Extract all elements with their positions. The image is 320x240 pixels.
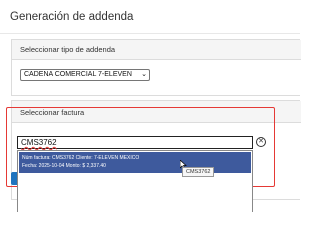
- tooltip: CMS3762: [182, 167, 215, 177]
- title-divider: [0, 33, 300, 34]
- chevron-down-icon: ⌄: [141, 71, 147, 78]
- invoice-option-line2: Fecha: 2025-10-04 Monto: $ 2,337.40: [22, 163, 106, 169]
- addenda-type-selected-value: CADENA COMERCIAL 7-ELEVEN: [24, 71, 132, 78]
- addenda-type-select[interactable]: CADENA COMERCIAL 7-ELEVEN ⌄: [20, 69, 150, 81]
- invoice-option-line1: Núm factura: CMS3762 Cliente: 7-ELEVEN M…: [22, 155, 140, 161]
- addenda-type-label: Seleccionar tipo de addenda: [20, 45, 116, 54]
- page-title: Generación de addenda: [10, 11, 134, 23]
- invoice-option[interactable]: Núm factura: CMS3762 Cliente: 7-ELEVEN M…: [19, 152, 251, 173]
- clear-circle-icon[interactable]: ✕: [256, 137, 266, 147]
- invoice-input-value: CMS3762: [21, 138, 57, 147]
- invoice-search-input[interactable]: CMS3762: [17, 136, 253, 149]
- addenda-type-panel-header: Seleccionar tipo de addenda: [12, 40, 301, 60]
- invoice-dropdown: Núm factura: CMS3762 Cliente: 7-ELEVEN M…: [17, 150, 253, 212]
- addenda-type-panel: Seleccionar tipo de addenda CADENA COMER…: [11, 39, 301, 96]
